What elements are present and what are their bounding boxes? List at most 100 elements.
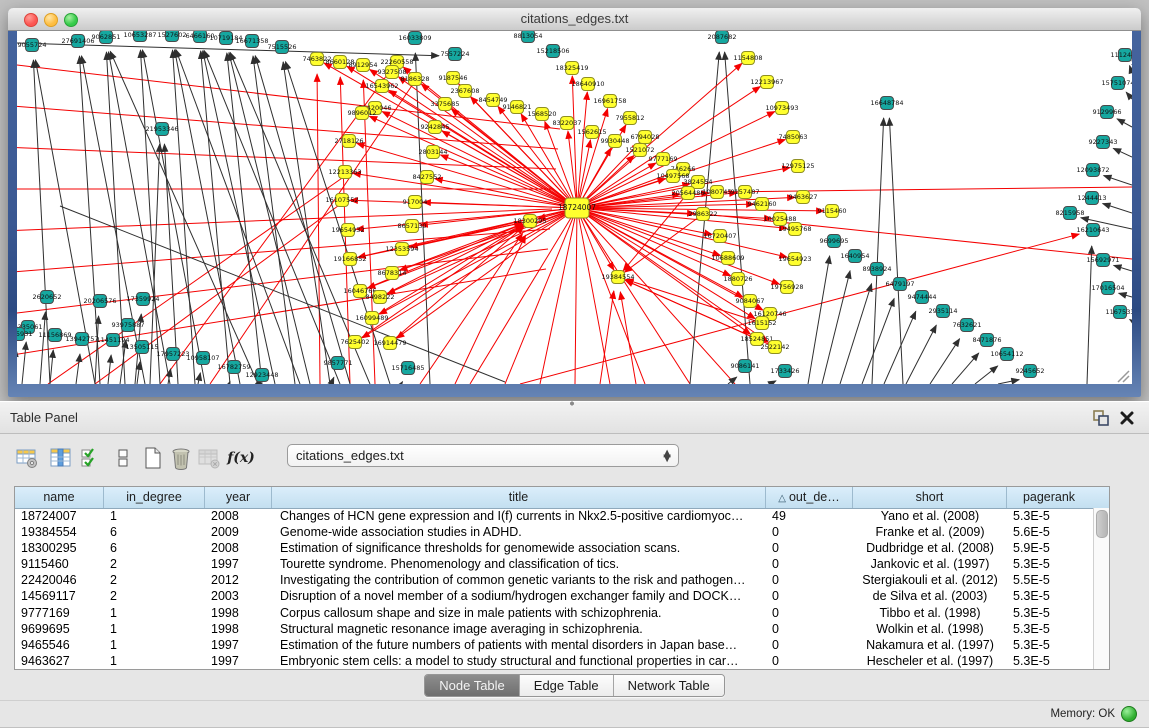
table-row[interactable]: 1830029562008Estimation of significance … — [15, 540, 1094, 556]
table-settings-icon[interactable] — [14, 444, 40, 472]
table-row[interactable]: 977716911998Corpus callosum shape and si… — [15, 605, 1094, 621]
table-row[interactable]: 2242004622012Investigating the contribut… — [15, 572, 1094, 588]
table-row[interactable]: 1872400712008Changes of HCN gene express… — [15, 508, 1094, 524]
column-header-name[interactable]: name — [15, 487, 104, 508]
row-check-icon[interactable] — [78, 444, 104, 472]
table-cell: 18724007 — [15, 508, 104, 524]
delete-trash-icon[interactable] — [168, 444, 194, 472]
column-header-short[interactable]: short — [853, 487, 1007, 508]
tab-edge-table[interactable]: Edge Table — [520, 675, 614, 696]
table-cell: Genome-wide association studies in ADHD. — [272, 524, 766, 540]
split-drag-handle-icon[interactable] — [567, 401, 577, 406]
table-panel: Table Panel f(x) citation — [0, 401, 1149, 727]
graph-node-label: 1615152 — [748, 319, 777, 327]
citation-edge — [390, 226, 524, 343]
table-cell: 6 — [104, 524, 205, 540]
table-cell: 5.3E-5 — [1007, 621, 1091, 637]
table-row[interactable]: 1938455462009Genome-wide association stu… — [15, 524, 1094, 540]
network-window: citations_edges.txt 90557242769140690628… — [8, 8, 1141, 397]
table-cell: 0 — [766, 637, 853, 653]
graph-node-label: 7625402 — [341, 338, 370, 346]
graph-edge — [1114, 265, 1132, 271]
graph-node-label: 16782759 — [217, 363, 250, 371]
function-fx-icon[interactable]: f(x) — [228, 444, 254, 472]
tab-node-table[interactable]: Node Table — [425, 675, 520, 696]
graph-node-label: 18300295 — [513, 217, 546, 225]
rows-icon[interactable] — [110, 444, 136, 472]
table-cell: 1 — [104, 508, 205, 524]
table-scrollbar[interactable] — [1093, 508, 1109, 669]
table-cell: Corpus callosum shape and size in male p… — [272, 605, 766, 621]
network-graph[interactable]: 9055724276914069062851106532871527602646… — [17, 31, 1132, 384]
table-row[interactable]: 946554611997Estimation of the future num… — [15, 637, 1094, 653]
graph-node-label: 12353594 — [385, 245, 418, 253]
graph-edge — [227, 53, 262, 384]
table-select-dropdown[interactable]: citations_edges.txt ▲▼ — [287, 444, 679, 467]
table-cell: 5.3E-5 — [1007, 508, 1091, 524]
graph-edge — [137, 362, 140, 384]
citation-edge — [577, 208, 751, 334]
window-titlebar[interactable]: citations_edges.txt — [8, 8, 1141, 31]
table-cell: Structural magnetic resonance image aver… — [272, 621, 766, 637]
column-header-label: out_de… — [789, 490, 840, 504]
column-header-in_degree[interactable]: in_degree — [104, 487, 205, 508]
graph-node-label: 15751074 — [1101, 79, 1132, 87]
table-body: 1872400712008Changes of HCN gene express… — [15, 508, 1094, 669]
tab-network-table[interactable]: Network Table — [614, 675, 724, 696]
graph-edge — [175, 50, 240, 384]
graph-node-label: 7515526 — [268, 43, 297, 51]
graph-edge — [1103, 203, 1132, 213]
table-cell: Estimation of significance thresholds fo… — [272, 540, 766, 556]
graph-node-label: 16033809 — [398, 34, 431, 42]
table-cell: Embryonic stem cells: a model to study s… — [272, 653, 766, 669]
graph-node-label: 20206576 — [83, 297, 116, 305]
table-row[interactable]: 1456911722003Disruption of a novel membe… — [15, 588, 1094, 604]
table-cell: 5.3E-5 — [1007, 605, 1091, 621]
table-scrollbar-thumb[interactable] — [1096, 510, 1108, 538]
table-cell: Disruption of a novel member of a sodium… — [272, 588, 766, 604]
table-cell: 5.9E-5 — [1007, 540, 1091, 556]
graph-node-label: 17957223 — [156, 350, 189, 358]
graph-node-label: 8427552 — [413, 173, 442, 181]
graph-node-label: 6479197 — [886, 280, 915, 288]
graph-node-label: 9474444 — [908, 293, 937, 301]
table-cell: 1998 — [205, 605, 272, 621]
graph-node-label: 2087682 — [708, 33, 737, 41]
float-panel-icon[interactable] — [1091, 408, 1111, 428]
graph-node-label: 19166852 — [333, 255, 366, 263]
column-select-icon[interactable] — [48, 444, 74, 472]
graph-node-label: 1527602 — [158, 31, 187, 39]
graph-edge — [1113, 148, 1132, 157]
table-cell: 5.3E-5 — [1007, 653, 1091, 669]
table-cell: 0 — [766, 524, 853, 540]
graph-node-label: 9062851 — [92, 33, 121, 41]
network-canvas[interactable]: 9055724276914069062851106532871527602646… — [17, 31, 1132, 384]
table-row[interactable]: 911546021997Tourette syndrome. Phenomeno… — [15, 556, 1094, 572]
table-panel-header: Table Panel — [0, 401, 1149, 434]
table-cell: 14569117 — [15, 588, 104, 604]
table-cell: 2 — [104, 588, 205, 604]
column-header-pagerank[interactable]: pagerank — [1007, 487, 1091, 508]
graph-node-label: 3824554 — [684, 178, 713, 186]
graph-edge — [1118, 371, 1129, 382]
table-row[interactable]: 946362711997Embryonic stem cells: a mode… — [15, 653, 1094, 669]
graph-node-label: 2620652 — [33, 293, 62, 301]
graph-node-label: 27691406 — [61, 37, 94, 45]
table-cell: 1998 — [205, 621, 272, 637]
graph-edge — [198, 373, 200, 384]
graph-edge — [415, 53, 430, 384]
graph-edge — [577, 208, 645, 384]
column-header-year[interactable]: year — [205, 487, 272, 508]
graph-node-label: 16671358 — [235, 37, 268, 45]
graph-edge — [317, 74, 320, 384]
close-panel-icon[interactable] — [1117, 408, 1137, 428]
graph-node-label: 1080745 — [703, 188, 732, 196]
citation-edge — [389, 90, 577, 208]
table-row[interactable]: 969969511998Structural magnetic resonanc… — [15, 621, 1094, 637]
graph-node-label: 13942757 — [65, 335, 98, 343]
new-file-icon[interactable] — [140, 444, 166, 472]
column-header-out_de[interactable]: △out_de… — [766, 487, 853, 508]
graph-node-label: 917004 — [403, 198, 428, 206]
column-header-title[interactable]: title — [272, 487, 766, 508]
table-cell: Stergiakouli et al. (2012) — [853, 572, 1007, 588]
